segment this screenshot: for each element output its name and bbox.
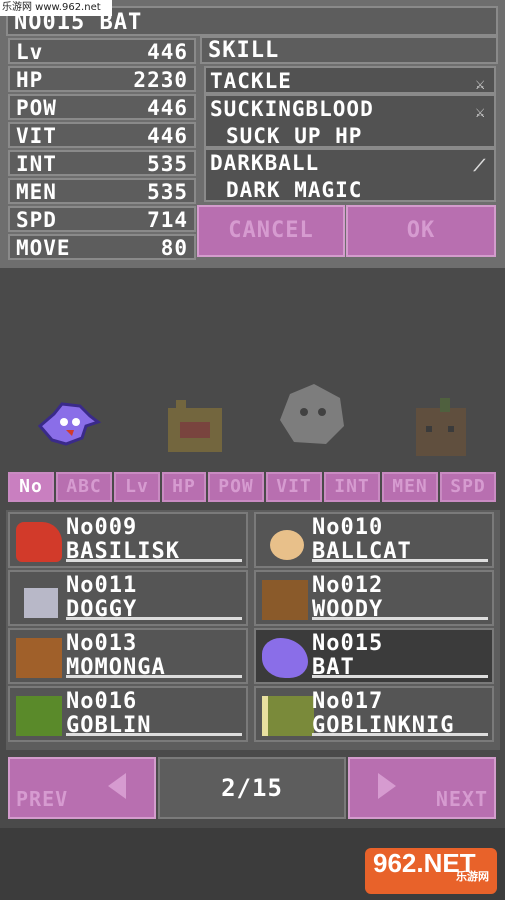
entry-underline [312, 617, 488, 620]
woody-icon [262, 580, 308, 620]
goblin-knight-icon [262, 696, 314, 736]
sort-tab-lv[interactable]: Lv [114, 472, 160, 502]
sort-tab-men[interactable]: MEN [382, 472, 438, 502]
watermark-text: 乐游网 www.962.net [0, 0, 112, 16]
entry-number: No010 [312, 515, 384, 540]
entry-underline [312, 733, 488, 736]
momonga-icon [16, 638, 62, 678]
sort-tab-hp[interactable]: HP [162, 472, 206, 502]
page-indicator: 2/15 [158, 757, 346, 819]
stat-label: POW [16, 96, 57, 120]
stat-row-move: MOVE 80 [8, 234, 196, 260]
stat-label: SPD [16, 208, 57, 232]
stat-label: HP [16, 68, 44, 92]
stat-value: 714 [147, 208, 188, 232]
skill-item-darkball[interactable]: DARKBALL DARK MAGIC ⟋ [204, 148, 496, 202]
list-item-basilisk[interactable]: No009 BASILISK [8, 512, 248, 568]
stat-label: Lv [16, 40, 44, 64]
stat-row-lv: Lv 446 [8, 38, 196, 64]
skill-desc: SUCK UP HP [226, 124, 363, 148]
stat-row-hp: HP 2230 [8, 66, 196, 92]
stat-label: INT [16, 152, 57, 176]
list-item-goblin[interactable]: No016 GOBLIN [8, 686, 248, 742]
entry-number: No017 [312, 689, 384, 714]
skill-desc: DARK MAGIC [226, 178, 363, 202]
monster-preview-strip [0, 268, 505, 463]
monster-list: No009 BASILISK No010 BALLCAT No011 DOGGY… [6, 510, 500, 750]
prev-label: PREV [16, 787, 69, 811]
stat-row-vit: VIT 446 [8, 122, 196, 148]
goblin-sprite-faded[interactable] [160, 396, 230, 458]
skill-name: SUCKINGBLOOD [210, 97, 374, 121]
sort-tab-no[interactable]: No [8, 472, 54, 502]
next-label: NEXT [435, 787, 488, 811]
entry-number: No011 [66, 573, 138, 598]
entry-underline [66, 675, 242, 678]
prev-button[interactable]: PREV [8, 757, 156, 819]
ghost-sprite-faded[interactable] [274, 380, 348, 448]
basilisk-icon [16, 522, 62, 562]
sword-icon: ⚔ [475, 74, 486, 93]
entry-number: No013 [66, 631, 138, 656]
stat-label: MEN [16, 180, 57, 204]
next-button[interactable]: NEXT [348, 757, 496, 819]
list-item-goblinknig[interactable]: No017 GOBLINKNIG [254, 686, 494, 742]
list-item-bat[interactable]: No015 BAT [254, 628, 494, 684]
stat-value: 535 [147, 180, 188, 204]
entry-underline [66, 559, 242, 562]
stat-row-pow: POW 446 [8, 94, 196, 120]
stat-row-spd: SPD 714 [8, 206, 196, 232]
entry-number: No015 [312, 631, 384, 656]
entry-underline [66, 733, 242, 736]
arrow-right-icon [378, 773, 396, 799]
stat-label: MOVE [16, 236, 71, 260]
sort-tab-pow[interactable]: POW [208, 472, 264, 502]
goblin-icon [16, 696, 62, 736]
stat-value: 446 [147, 124, 188, 148]
logo-subtext: 乐游网 [456, 871, 489, 883]
entry-number: No016 [66, 689, 138, 714]
entry-underline [66, 617, 242, 620]
entry-underline [312, 675, 488, 678]
stat-value: 446 [147, 96, 188, 120]
skill-item-suckingblood[interactable]: SUCKINGBLOOD SUCK UP HP ⚔ [204, 94, 496, 148]
skill-name: TACKLE [210, 69, 292, 93]
cancel-button[interactable]: CANCEL [197, 205, 345, 257]
arrow-left-icon [108, 773, 126, 799]
list-item-momonga[interactable]: No013 MOMONGA [8, 628, 248, 684]
list-item-ballcat[interactable]: No010 BALLCAT [254, 512, 494, 568]
doggy-icon [24, 588, 58, 618]
stat-value: 80 [160, 236, 188, 260]
skill-header: SKILL [200, 36, 498, 64]
stat-value: 535 [147, 152, 188, 176]
ballcat-icon [270, 530, 304, 560]
bat-sprite[interactable] [36, 400, 102, 448]
wand-icon: ⟋ [473, 156, 486, 175]
entry-number: No012 [312, 573, 384, 598]
skill-name: DARKBALL [210, 151, 320, 175]
sort-tab-vit[interactable]: VIT [266, 472, 322, 502]
sort-tab-abc[interactable]: ABC [56, 472, 112, 502]
sort-tab-int[interactable]: INT [324, 472, 380, 502]
bat-icon [262, 638, 308, 678]
skill-item-tackle[interactable]: TACKLE ⚔ [204, 66, 496, 94]
entry-number: No009 [66, 515, 138, 540]
stat-value: 446 [147, 40, 188, 64]
stat-label: VIT [16, 124, 57, 148]
sword-icon: ⚔ [475, 102, 486, 121]
site-logo: 962.NET 乐游网 [365, 848, 497, 894]
ok-button[interactable]: OK [346, 205, 496, 257]
list-item-doggy[interactable]: No011 DOGGY [8, 570, 248, 626]
stat-row-men: MEN 535 [8, 178, 196, 204]
sort-tab-spd[interactable]: SPD [440, 472, 496, 502]
stat-value: 2230 [133, 68, 188, 92]
entry-underline [312, 559, 488, 562]
monster-detail-panel: NO015 BAT Lv 446 HP 2230 POW 446 VIT 446 INT… [0, 0, 505, 268]
stat-row-int: INT 535 [8, 150, 196, 176]
woody-sprite-faded[interactable] [408, 396, 472, 460]
list-item-woody[interactable]: No012 WOODY [254, 570, 494, 626]
